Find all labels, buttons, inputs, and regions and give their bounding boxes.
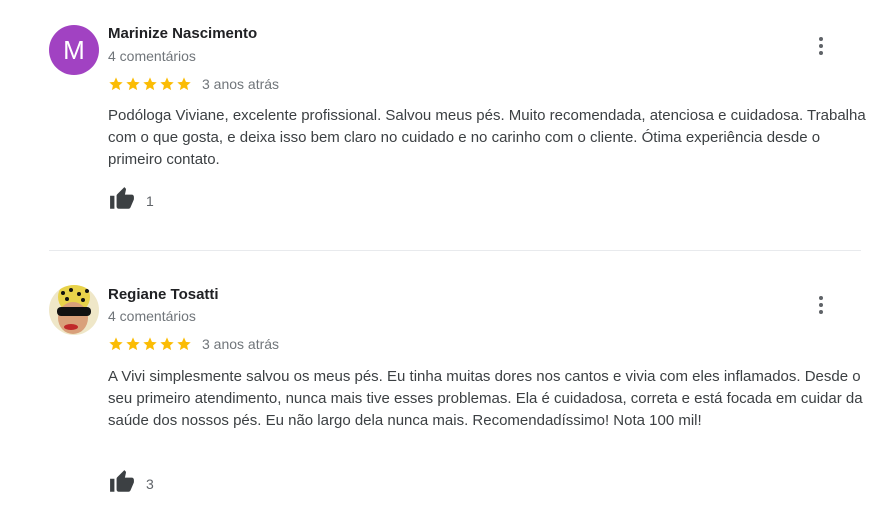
- like-count: 3: [146, 476, 154, 492]
- more-options-button[interactable]: [808, 292, 834, 318]
- rating-stars: [108, 336, 192, 352]
- star-icon: [177, 77, 191, 91]
- review-text: Podóloga Viviane, excelente profissional…: [108, 107, 866, 168]
- reviewer-name[interactable]: Regiane Tosatti: [108, 286, 219, 303]
- star-icon: [109, 337, 123, 351]
- rating-stars: [108, 76, 192, 92]
- more-options-button[interactable]: [808, 33, 834, 59]
- thumbs-up-icon[interactable]: [108, 186, 136, 212]
- avatar[interactable]: [49, 285, 99, 335]
- reviewer-comment-count: 4 comentários: [108, 308, 196, 324]
- review-date: 3 anos atrás: [202, 76, 280, 92]
- star-icon: [143, 337, 157, 351]
- divider: [49, 250, 861, 251]
- thumbs-up-icon[interactable]: [108, 469, 136, 495]
- star-icon: [126, 77, 140, 91]
- more-vert-icon: [819, 37, 823, 41]
- star-icon: [160, 77, 174, 91]
- star-icon: [143, 77, 157, 91]
- star-icon: [160, 337, 174, 351]
- reviewer-comment-count: 4 comentários: [108, 48, 196, 64]
- reviewer-name[interactable]: Marinize Nascimento: [108, 25, 257, 42]
- review-date: 3 anos atrás: [202, 336, 280, 352]
- star-icon: [109, 77, 123, 91]
- star-icon: [126, 337, 140, 351]
- more-vert-icon: [819, 296, 823, 300]
- review-text: A Vivi simplesmente salvou os meus pés. …: [108, 368, 863, 429]
- like-count: 1: [146, 193, 154, 209]
- avatar[interactable]: M: [49, 25, 99, 75]
- avatar-photo: [49, 285, 99, 335]
- star-icon: [177, 337, 191, 351]
